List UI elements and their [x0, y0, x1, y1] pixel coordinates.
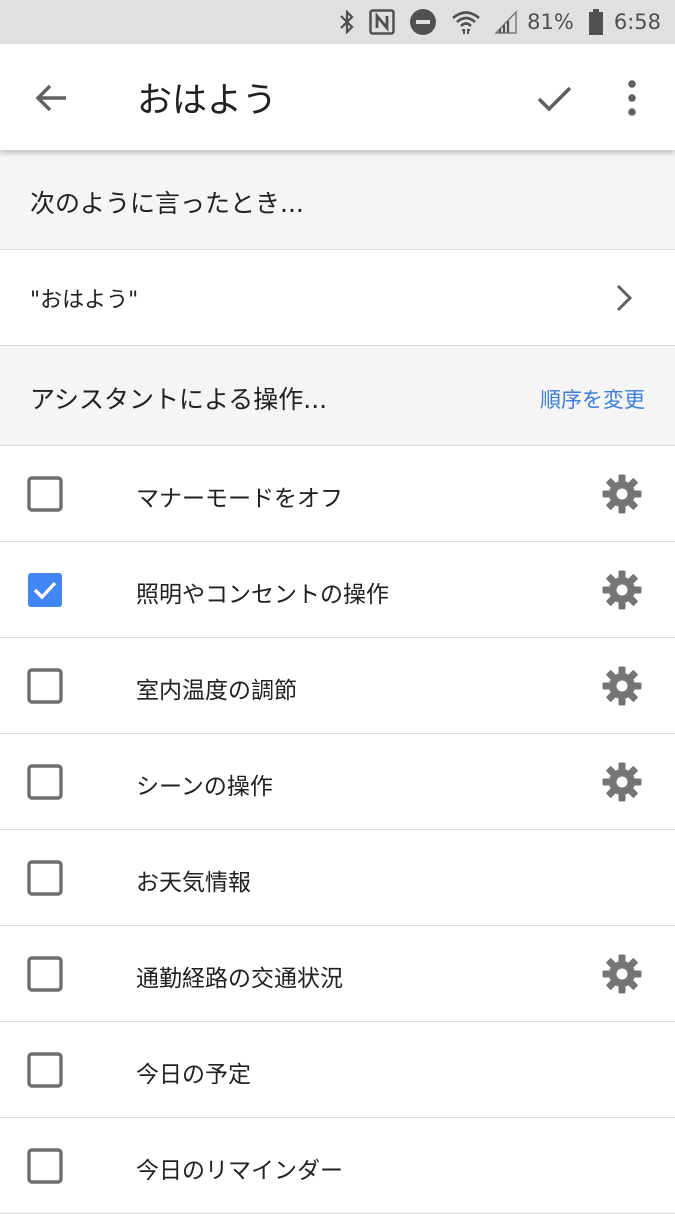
action-label: マナーモードをオフ: [136, 486, 343, 512]
action-label: 通勤経路の交通状況: [136, 966, 343, 992]
action-row[interactable]: お天気情報: [0, 830, 675, 926]
reorder-link[interactable]: 順序を変更: [540, 384, 645, 414]
action-label: シーンの操作: [136, 774, 273, 800]
action-row[interactable]: 室内温度の調節: [0, 638, 675, 734]
action-row[interactable]: 通勤経路の交通状況: [0, 926, 675, 1022]
chevron-right-icon: [610, 280, 638, 316]
action-label: 今日の予定: [136, 1062, 251, 1088]
actions-header-label: アシスタントによる操作...: [30, 385, 328, 414]
gear-icon[interactable]: [601, 953, 643, 995]
page-title: おはよう: [137, 81, 278, 121]
gear-icon[interactable]: [601, 473, 643, 515]
action-label: 室内温度の調節: [136, 678, 297, 704]
trigger-phrase-row[interactable]: "おはよう": [0, 250, 675, 346]
action-label: 今日のリマインダー: [136, 1158, 343, 1184]
action-list: マナーモードをオフ照明やコンセントの操作 室内温度の調節 シーンの操作 お天気情報通勤…: [0, 446, 675, 1214]
checkbox[interactable]: [27, 764, 63, 800]
checkbox[interactable]: [27, 956, 63, 992]
do-not-disturb-icon: [409, 8, 437, 36]
action-label: 照明やコンセントの操作: [136, 582, 389, 608]
trigger-phrase: "おはよう": [30, 288, 139, 313]
app-bar: おはよう: [0, 44, 675, 150]
more-vert-icon[interactable]: [617, 76, 647, 120]
trigger-header-label: 次のように言ったとき...: [30, 189, 304, 218]
battery-icon: [588, 9, 604, 35]
bluetooth-icon: [339, 10, 355, 34]
signal-icon: [495, 10, 517, 34]
checkbox[interactable]: [27, 668, 63, 704]
checkbox[interactable]: [27, 476, 63, 512]
checkbox[interactable]: [27, 860, 63, 896]
gear-icon[interactable]: [601, 761, 643, 803]
gear-icon[interactable]: [601, 569, 643, 611]
gear-icon[interactable]: [601, 665, 643, 707]
action-row[interactable]: マナーモードをオフ: [0, 446, 675, 542]
clock: 6:58: [613, 10, 661, 34]
check-icon[interactable]: [532, 76, 578, 120]
battery-percent: 81%: [527, 10, 574, 34]
status-bar: 81% 6:58: [0, 0, 675, 44]
action-row[interactable]: 今日の予定: [0, 1022, 675, 1118]
actions-section-header: アシスタントによる操作... 順序を変更: [0, 346, 675, 446]
wifi-icon: [451, 9, 481, 35]
trigger-section-header: 次のように言ったとき...: [0, 150, 675, 250]
action-row[interactable]: 照明やコンセントの操作: [0, 542, 675, 638]
checkbox-checked[interactable]: [27, 572, 63, 608]
checkbox[interactable]: [27, 1052, 63, 1088]
checkbox[interactable]: [27, 1148, 63, 1184]
nfc-icon: [369, 9, 395, 35]
back-arrow-icon[interactable]: [30, 76, 74, 120]
action-label: お天気情報: [136, 870, 251, 896]
action-row[interactable]: シーンの操作: [0, 734, 675, 830]
